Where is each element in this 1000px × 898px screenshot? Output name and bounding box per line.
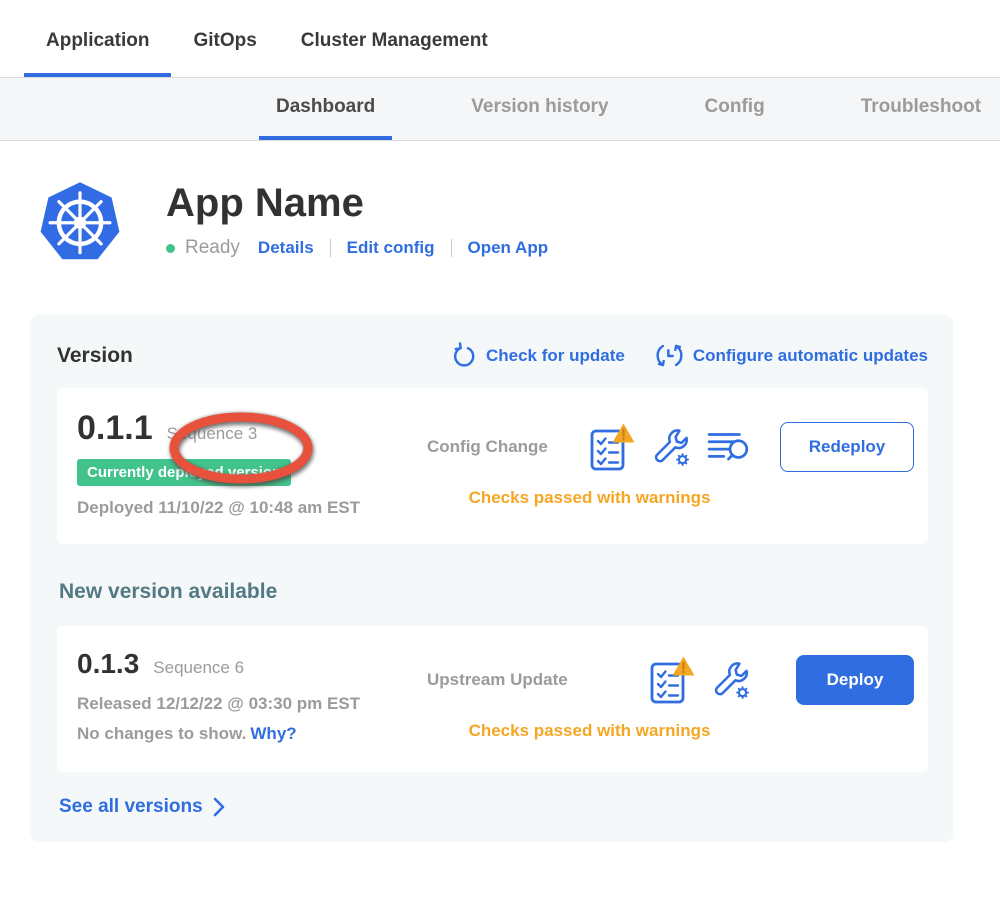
version-source-label: Upstream Update (427, 670, 636, 690)
preflight-checks-icon[interactable] (588, 422, 636, 472)
redeploy-button[interactable]: Redeploy (780, 422, 914, 472)
released-timestamp: Released 12/12/22 @ 03:30 pm EST (77, 694, 427, 714)
status-badge: Ready (185, 237, 240, 259)
kubernetes-logo (36, 177, 124, 265)
current-version-number: 0.1.1 (77, 410, 153, 447)
available-version-number: 0.1.3 (77, 648, 139, 680)
why-link[interactable]: Why? (250, 724, 296, 743)
app-subnav: Dashboard Version history Config Trouble… (0, 77, 1000, 141)
view-diff-icon[interactable] (706, 428, 752, 466)
tab-version-history[interactable]: Version history (454, 78, 625, 140)
see-all-versions-link[interactable]: See all versions (59, 796, 225, 818)
deployed-timestamp: Deployed 11/10/22 @ 10:48 am EST (77, 498, 427, 518)
current-sequence-label: Sequence 3 (167, 424, 258, 444)
tab-cluster-management[interactable]: Cluster Management (279, 14, 510, 77)
primary-nav: Application GitOps Cluster Management (0, 0, 1000, 77)
divider (451, 239, 452, 257)
version-section-title: Version (57, 344, 133, 368)
tab-application[interactable]: Application (24, 14, 171, 77)
configure-automatic-updates-button[interactable]: Configure automatic updates (655, 341, 928, 370)
config-wrench-icon[interactable] (710, 659, 752, 701)
tab-gitops[interactable]: GitOps (171, 14, 278, 77)
current-version-card: 0.1.1 Sequence 3 Currently deployed vers… (57, 388, 928, 544)
chevron-right-icon (213, 797, 225, 817)
status-dot (166, 244, 175, 253)
edit-config-link[interactable]: Edit config (347, 238, 435, 258)
tab-config[interactable]: Config (688, 78, 782, 140)
auto-update-clock-icon (655, 341, 684, 370)
open-app-link[interactable]: Open App (468, 238, 549, 258)
details-link[interactable]: Details (258, 238, 314, 258)
checks-status-text: Checks passed with warnings (427, 721, 752, 741)
deploy-button[interactable]: Deploy (796, 655, 914, 705)
refresh-icon (450, 342, 477, 369)
preflight-checks-icon[interactable] (648, 655, 696, 705)
tab-dashboard[interactable]: Dashboard (259, 78, 392, 140)
app-header: App Name Ready Details Edit config Open … (0, 141, 1000, 265)
no-changes-text: No changes to show. (77, 724, 246, 743)
divider (330, 239, 331, 257)
available-version-card: 0.1.3 Sequence 6 Released 12/12/22 @ 03:… (57, 626, 928, 772)
new-version-heading: New version available (59, 580, 928, 604)
app-status-row: Ready Details Edit config Open App (166, 237, 548, 259)
checks-status-text: Checks passed with warnings (427, 488, 752, 508)
version-panel: Version Check for update Configure autom… (30, 315, 953, 842)
available-sequence-label: Sequence 6 (153, 658, 244, 678)
tab-troubleshoot[interactable]: Troubleshoot (844, 78, 998, 140)
page-title: App Name (166, 179, 548, 227)
version-source-label: Config Change (427, 437, 576, 457)
config-wrench-icon[interactable] (650, 426, 692, 468)
currently-deployed-badge: Currently deployed version (77, 459, 291, 486)
check-for-update-button[interactable]: Check for update (450, 342, 625, 369)
